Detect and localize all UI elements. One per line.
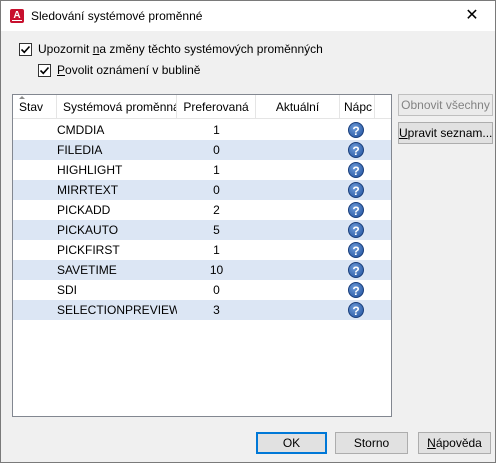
balloon-checkbox[interactable]	[38, 63, 51, 77]
dialog-window: A Sledování systémové proměnné ✕ Upozorn…	[0, 0, 496, 463]
restore-all-button[interactable]: Obnovit všechny	[398, 94, 493, 116]
close-button[interactable]: ✕	[449, 1, 495, 31]
help-icon: ?	[348, 142, 364, 158]
list-header: Stav Systémová proměnná Preferovaná Aktu…	[13, 95, 391, 119]
column-header-help[interactable]: Nápc	[340, 95, 375, 119]
table-row[interactable]: MIRRTEXT 0 ?	[13, 180, 391, 200]
help-button[interactable]: ?	[348, 182, 368, 198]
variable-name: CMDDIA	[57, 123, 105, 137]
autocad-app-icon: A	[10, 9, 24, 23]
help-button[interactable]: ?	[348, 222, 368, 238]
variable-name: MIRRTEXT	[57, 183, 119, 197]
table-row[interactable]: SAVETIME 10 ?	[13, 260, 391, 280]
cancel-button[interactable]: Storno	[335, 432, 408, 454]
preferred-value[interactable]: 1	[177, 240, 256, 260]
title-bar: A Sledování systémové proměnné ✕	[1, 1, 495, 31]
edit-list-button[interactable]: Upravit seznam...	[398, 122, 493, 144]
help-icon: ?	[348, 162, 364, 178]
variable-name: HIGHLIGHT	[57, 163, 123, 177]
balloon-label: Povolit oznámení v bublině	[57, 63, 201, 77]
preferred-value[interactable]: 1	[177, 120, 256, 140]
preferred-value[interactable]: 2	[177, 200, 256, 220]
help-button[interactable]: ?	[348, 162, 368, 178]
preferred-value[interactable]: 0	[177, 180, 256, 200]
notify-checkbox[interactable]	[19, 42, 32, 56]
preferred-value[interactable]: 1	[177, 160, 256, 180]
help-icon: ?	[348, 242, 364, 258]
notify-option[interactable]: Upozornit na změny těchto systémových pr…	[19, 42, 323, 56]
preferred-value[interactable]: 3	[177, 300, 256, 320]
help-icon: ?	[348, 282, 364, 298]
table-row[interactable]: PICKAUTO 5 ?	[13, 220, 391, 240]
column-header-status[interactable]: Stav	[13, 95, 57, 119]
help-icon: ?	[348, 182, 364, 198]
help-button[interactable]: ?	[348, 122, 368, 138]
variable-name: PICKFIRST	[57, 243, 120, 257]
help-icon: ?	[348, 202, 364, 218]
preferred-value[interactable]: 0	[177, 140, 256, 160]
table-row[interactable]: PICKADD 2 ?	[13, 200, 391, 220]
variable-name: FILEDIA	[57, 143, 103, 157]
preferred-value[interactable]: 5	[177, 220, 256, 240]
help-button[interactable]: ?	[348, 142, 368, 158]
notify-label: Upozornit na změny těchto systémových pr…	[38, 42, 323, 56]
column-header-variable[interactable]: Systémová proměnná	[57, 95, 177, 119]
preferred-value[interactable]: 10	[177, 260, 256, 280]
table-row[interactable]: PICKFIRST 1 ?	[13, 240, 391, 260]
table-row[interactable]: HIGHLIGHT 1 ?	[13, 160, 391, 180]
help-button[interactable]: ?	[348, 202, 368, 218]
column-header-current[interactable]: Aktuální	[256, 95, 340, 119]
help-button[interactable]: ?	[348, 282, 368, 298]
help-button[interactable]: ?	[348, 242, 368, 258]
variable-name: SELECTIONPREVIEW	[57, 303, 177, 317]
column-header-preferred[interactable]: Preferovaná	[177, 95, 256, 119]
help-icon: ?	[348, 262, 364, 278]
sysvar-list[interactable]: Stav Systémová proměnná Preferovaná Aktu…	[12, 94, 392, 417]
balloon-option[interactable]: Povolit oznámení v bublině	[38, 63, 200, 77]
table-row[interactable]: SELECTIONPREVIEW 3 ?	[13, 300, 391, 320]
help-button[interactable]: ?	[348, 302, 368, 318]
variable-name: PICKADD	[57, 203, 111, 217]
variable-name: PICKAUTO	[57, 223, 119, 237]
preferred-value[interactable]: 0	[177, 280, 256, 300]
help-icon: ?	[348, 302, 364, 318]
help-icon: ?	[348, 222, 364, 238]
list-rows: CMDDIA 1 ? FILEDIA 0 ? HIGHLIGHT 1 ? MIR…	[13, 120, 391, 320]
help-dialog-button[interactable]: Nápověda	[418, 432, 491, 454]
help-icon: ?	[348, 122, 364, 138]
table-row[interactable]: FILEDIA 0 ?	[13, 140, 391, 160]
table-row[interactable]: SDI 0 ?	[13, 280, 391, 300]
variable-name: SAVETIME	[57, 263, 117, 277]
table-row[interactable]: CMDDIA 1 ?	[13, 120, 391, 140]
help-button[interactable]: ?	[348, 262, 368, 278]
sort-ascending-icon	[19, 96, 25, 99]
ok-button[interactable]: OK	[256, 432, 327, 454]
window-title: Sledování systémové proměnné	[31, 9, 203, 23]
variable-name: SDI	[57, 283, 78, 297]
